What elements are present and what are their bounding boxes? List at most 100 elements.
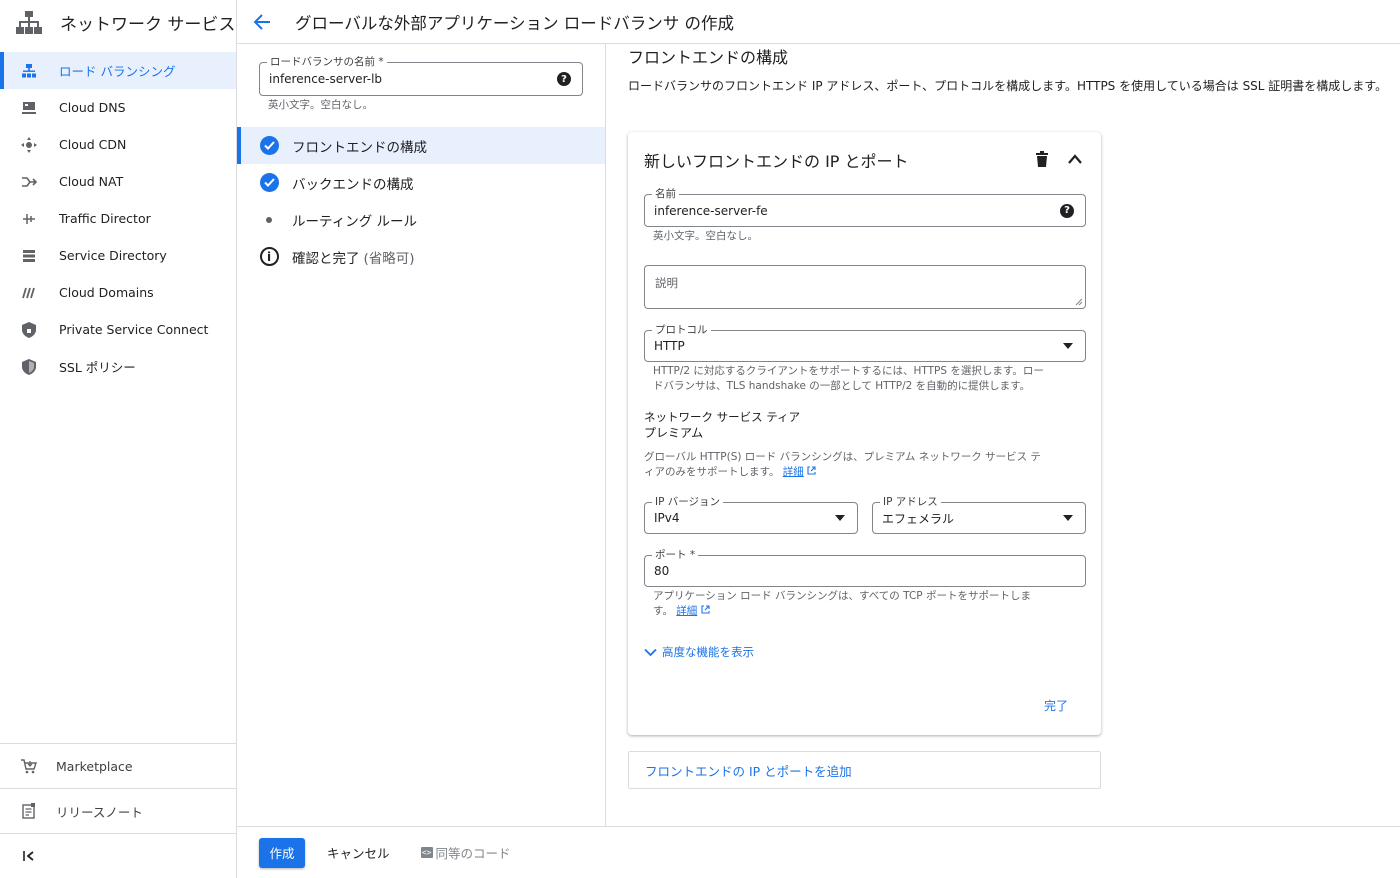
step-label: 確認と完了 (292, 250, 360, 267)
sidebar-item-cloud-nat[interactable]: Cloud NAT (0, 163, 236, 200)
done-button[interactable]: 完了 (1044, 697, 1068, 714)
network-tier-hint-line-2-row: ィアのみをサポートします。 詳細 (644, 465, 1074, 480)
dropdown-arrow-icon (1063, 343, 1073, 349)
sidebar-item-ssl-policy[interactable]: SSL ポリシー (0, 348, 236, 385)
protocol-hint-line-1: HTTP/2 に対応するクライアントをサポートするには、HTTPS を選択します… (653, 365, 1044, 377)
dropdown-arrow-icon (835, 515, 845, 521)
cancel-button[interactable]: キャンセル (327, 843, 390, 862)
protocol-hint: HTTP/2 に対応するクライアントをサポートするには、HTTPS を選択します… (653, 364, 1078, 394)
sidebar-nav: ロード バランシング Cloud DNS Cloud CDN Cloud NAT (0, 52, 236, 385)
equivalent-code-label: 同等のコード (435, 846, 511, 861)
steps-panel: ロードバランサの名前 * inference-server-lb ? 英小文字。… (237, 44, 606, 826)
collapse-sidebar-icon (20, 847, 38, 865)
private-service-connect-icon (20, 321, 38, 339)
app-root: ネットワーク サービス ロード バランシング Cloud DNS Cloud C… (0, 0, 1400, 878)
back-arrow-icon[interactable] (253, 12, 273, 32)
external-link-icon (701, 605, 710, 614)
lb-name-field[interactable]: ロードバランサの名前 * inference-server-lb ? (259, 56, 583, 96)
step-label: バックエンドの構成 (292, 176, 414, 193)
step-list: フロントエンドの構成 バックエンドの構成 ルーティング ルール i 確認と完了 … (237, 127, 605, 275)
release-notes-label: リリースノート (56, 804, 143, 820)
step-routing-rules[interactable]: ルーティング ルール (237, 201, 605, 238)
sidebar-item-label: Cloud Domains (59, 285, 154, 300)
main-content: フロントエンドの構成 ロードバランサのフロントエンド IP アドレス、ポート、プ… (606, 44, 1400, 826)
sidebar-item-release-notes[interactable]: リリースノート (0, 788, 236, 833)
ip-address-select[interactable]: IP アドレス エフェメラル (872, 496, 1086, 534)
port-details-link[interactable]: 詳細 (676, 605, 697, 617)
protocol-label: プロトコル (652, 324, 711, 336)
sidebar-item-private-service-connect[interactable]: Private Service Connect (0, 311, 236, 348)
cdn-icon (20, 136, 38, 154)
sidebar-item-marketplace[interactable]: Marketplace (0, 743, 236, 788)
protocol-value: HTTP (654, 339, 685, 353)
collapse-sidebar-button[interactable] (0, 833, 236, 878)
port-field[interactable]: ポート * 80 (644, 549, 1086, 587)
port-hint-line-2: す。 (653, 605, 673, 617)
add-frontend-button[interactable]: フロントエンドの IP とポートを追加 (628, 751, 1101, 789)
create-button[interactable]: 作成 (259, 837, 305, 868)
sidebar-item-label: SSL ポリシー (59, 360, 136, 375)
check-circle-icon (259, 136, 279, 156)
page-header: グローバルな外部アプリケーション ロードバランサ の作成 (237, 0, 1400, 44)
nat-icon (20, 173, 38, 191)
lb-name-hint: 英小文字。空白なし。 (268, 99, 373, 111)
network-tier-hint: グローバル HTTP(S) ロード バランシングは、プレミアム ネットワーク サ… (644, 450, 1074, 480)
description-placeholder: 説明 (655, 276, 678, 290)
sidebar-item-service-directory[interactable]: Service Directory (0, 237, 236, 274)
code-icon: <> (420, 847, 433, 858)
sidebar-item-label: Private Service Connect (59, 322, 209, 337)
frontend-name-field[interactable]: 名前 inference-server-fe ? (644, 188, 1086, 227)
external-link-icon (807, 466, 816, 475)
port-hint-line-1: アプリケーション ロード バランシングは、すべての TCP ポートをサポートしま (653, 590, 1031, 602)
step-review[interactable]: i 確認と完了 (省略可) (237, 238, 605, 275)
app-title: ネットワーク サービス (60, 14, 236, 35)
sidebar-item-cloud-domains[interactable]: Cloud Domains (0, 274, 236, 311)
sidebar-item-label: Cloud NAT (59, 174, 124, 189)
network-services-logo-icon (16, 11, 42, 34)
chevron-down-icon (644, 648, 657, 656)
sidebar-item-load-balancing[interactable]: ロード バランシング (0, 52, 236, 89)
protocol-hint-line-2: ドバランサは、TLS handshake の一部として HTTP/2 を自動的に… (653, 380, 1031, 392)
ip-version-select[interactable]: IP バージョン IPv4 (644, 496, 858, 534)
card-title: 新しいフロントエンドの IP とポート (644, 152, 909, 171)
cart-icon (20, 757, 38, 775)
network-tier-hint-line-2: ィアのみをサポートします。 (644, 466, 780, 478)
port-hint-line-2-row: す。 詳細 (653, 604, 1078, 619)
tier-details-link[interactable]: 詳細 (783, 466, 804, 478)
sidebar-item-label: Cloud DNS (59, 100, 126, 115)
section-description: ロードバランサのフロントエンド IP アドレス、ポート、プロトコルを構成します。… (628, 79, 1388, 93)
ip-address-label: IP アドレス (880, 496, 941, 508)
dns-icon (20, 99, 38, 117)
ssl-policy-icon (20, 358, 38, 376)
port-hint: アプリケーション ロード バランシングは、すべての TCP ポートをサポートしま… (653, 589, 1078, 619)
sidebar-item-cloud-cdn[interactable]: Cloud CDN (0, 126, 236, 163)
show-advanced-label: 高度な機能を表示 (662, 645, 754, 659)
help-icon[interactable]: ? (557, 72, 571, 86)
page-title: グローバルな外部アプリケーション ロードバランサ の作成 (295, 13, 734, 33)
ip-version-value: IPv4 (654, 511, 680, 525)
chevron-up-icon[interactable] (1067, 152, 1083, 166)
sidebar-item-cloud-dns[interactable]: Cloud DNS (0, 89, 236, 126)
resize-handle-icon[interactable] (1075, 298, 1083, 306)
frontend-name-input[interactable]: inference-server-fe (645, 204, 768, 218)
step-backend[interactable]: バックエンドの構成 (237, 164, 605, 201)
frontend-name-label: 名前 (652, 188, 679, 200)
description-textarea[interactable]: 説明 (644, 265, 1086, 309)
marketplace-label: Marketplace (56, 758, 133, 774)
trash-icon[interactable] (1035, 151, 1049, 167)
protocol-select[interactable]: プロトコル HTTP (644, 324, 1086, 362)
port-label: ポート * (652, 549, 699, 561)
action-bar: 作成 キャンセル <> 同等のコード (237, 826, 1400, 878)
info-icon: i (259, 247, 279, 267)
sidebar-item-traffic-director[interactable]: Traffic Director (0, 200, 236, 237)
equivalent-code-button[interactable]: <> 同等のコード (420, 843, 511, 862)
network-tier-value: プレミアム (644, 426, 704, 440)
domains-icon (20, 284, 38, 302)
sidebar-bottom: Marketplace リリースノート (0, 743, 236, 878)
show-advanced-toggle[interactable]: 高度な機能を表示 (644, 644, 754, 660)
step-frontend[interactable]: フロントエンドの構成 (237, 127, 605, 164)
port-input[interactable]: 80 (645, 564, 669, 578)
lb-name-input[interactable]: inference-server-lb (260, 72, 382, 86)
sidebar-header: ネットワーク サービス (0, 0, 236, 44)
help-icon[interactable]: ? (1060, 203, 1074, 218)
